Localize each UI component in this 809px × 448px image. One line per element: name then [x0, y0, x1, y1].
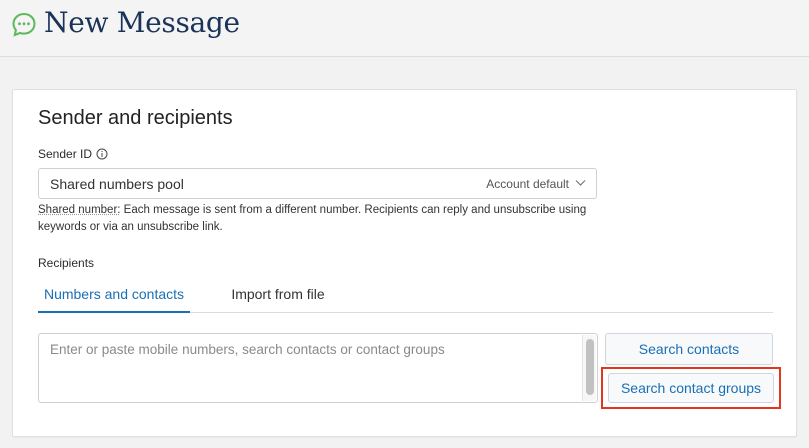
highlight-box: Search contact groups [601, 367, 781, 409]
sender-help-text: Shared number: Each message is sent from… [38, 202, 598, 236]
sender-recipients-card: Sender and recipients Sender ID Shared n… [12, 89, 797, 437]
search-contact-groups-button[interactable]: Search contact groups [608, 373, 774, 403]
recipients-input[interactable]: Enter or paste mobile numbers, search co… [38, 333, 598, 403]
tab-numbers-and-contacts[interactable]: Numbers and contacts [38, 276, 190, 313]
sender-id-label: Sender ID [38, 147, 108, 161]
sender-id-select[interactable]: Shared numbers pool Account default [38, 168, 597, 199]
info-icon[interactable] [96, 148, 108, 160]
scrollbar[interactable] [582, 335, 596, 401]
sender-id-value: Shared numbers pool [50, 176, 184, 192]
recipients-label: Recipients [38, 256, 95, 270]
account-default-tag: Account default [486, 177, 569, 191]
tab-import-from-file[interactable]: Import from file [222, 276, 334, 313]
page-title: New Message [44, 6, 240, 39]
recipients-tabs: Numbers and contacts Import from file [38, 276, 773, 313]
sender-help-body: Each message is sent from a different nu… [38, 204, 587, 233]
section-title: Sender and recipients [38, 107, 233, 129]
sender-id-label-text: Sender ID [38, 147, 93, 161]
page-header: New Message [0, 0, 809, 57]
shared-number-term: Shared number: [38, 204, 121, 216]
chevron-down-icon [575, 180, 586, 186]
recipients-placeholder: Enter or paste mobile numbers, search co… [50, 342, 445, 357]
scrollbar-thumb[interactable] [586, 339, 594, 395]
search-contacts-button[interactable]: Search contacts [605, 333, 773, 365]
chat-bubble-icon [12, 12, 36, 37]
